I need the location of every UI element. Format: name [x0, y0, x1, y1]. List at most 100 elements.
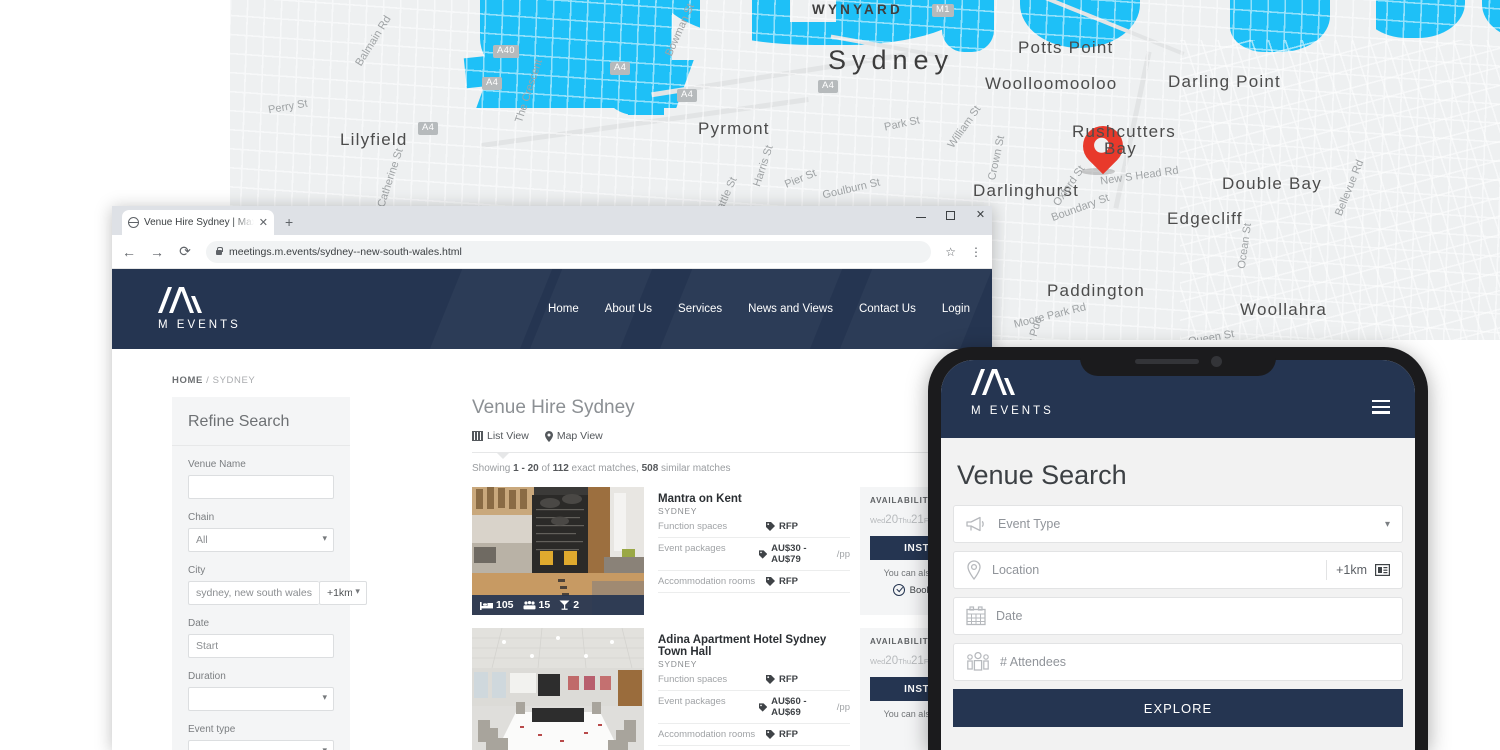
venue-city: SYDNEY [658, 659, 698, 669]
map-road-shield: A4 [482, 77, 503, 90]
tab-map-view[interactable]: Map View [544, 430, 603, 442]
attendees-icon [967, 652, 989, 671]
address-bar[interactable]: meetings.m.events/sydney--new-south-wale… [206, 240, 932, 263]
map-place-label: Pyrmont [698, 119, 770, 138]
map-place-label: Woollahra [1240, 300, 1328, 319]
badge-function-spaces: 15 [523, 599, 551, 611]
chevron-down-icon: ▾ [1384, 518, 1390, 530]
phone-page-title: Venue Search [957, 460, 1127, 490]
phone-date-label: Date [996, 609, 1023, 623]
duration-select[interactable] [188, 687, 334, 711]
m-events-logo-icon [158, 287, 202, 313]
filter-city: City sydney, new south wales +1km [172, 565, 367, 605]
close-window-button[interactable]: ✕ [975, 210, 986, 221]
showing-similar-count: 508 [641, 463, 659, 474]
availability-daynum: 20 [885, 514, 899, 526]
nav-item-contact-us[interactable]: Contact Us [859, 303, 916, 315]
chain-select[interactable]: All [188, 528, 334, 552]
nav-item-news-and-views[interactable]: News and Views [748, 303, 833, 315]
browser-tab[interactable]: Venue Hire Sydney | Maxim's Tra ✕ [122, 210, 274, 235]
badge-bars: 2 [559, 599, 579, 611]
availability-day[interactable]: Thu21 [898, 651, 924, 669]
spec-value-accommodation-rooms-text: RFP [779, 576, 798, 587]
venue-photo[interactable]: 105 15 2 [472, 487, 644, 615]
site-logo[interactable]: M EVENTS [158, 287, 241, 331]
browser-toolbar: ← → ⟳ meetings.m.events/sydney--new-sout… [112, 235, 992, 269]
spec-value-event-packages: AU$60 - AU$69 /pp [758, 696, 850, 718]
nav-item-services[interactable]: Services [678, 303, 722, 315]
city-input[interactable]: sydney, new south wales [188, 581, 319, 605]
availability-daynum: 21 [911, 514, 924, 526]
theatre-seats-icon [523, 600, 536, 609]
map-road-shield: A4 [610, 62, 631, 75]
breadcrumb-home[interactable]: HOME [172, 375, 203, 386]
venue-info: Mantra on Kent SYDNEY Function spaces RF… [644, 487, 860, 615]
pin-icon [544, 430, 553, 442]
hamburger-menu-icon[interactable] [1372, 400, 1390, 417]
breadcrumb-current: SYDNEY [212, 375, 256, 386]
forward-icon[interactable]: → [150, 244, 164, 260]
site-header: M EVENTS Home About Us Services News and… [112, 269, 992, 349]
venue-photo[interactable] [472, 628, 644, 750]
event-type-select[interactable] [188, 740, 334, 750]
map-road-shield: A40 [493, 45, 519, 58]
phone-logo-text: M EVENTS [971, 405, 1054, 417]
breadcrumb-separator: / [206, 375, 210, 386]
refine-search-panel: Refine Search Venue Name Chain All City … [172, 397, 367, 750]
venue-spec-event-packages: Event packages AU$30 - AU$79 /pp [658, 538, 850, 571]
map-card-icon [1375, 564, 1390, 576]
explore-button[interactable]: EXPLORE [953, 689, 1403, 727]
venue-card[interactable]: 105 15 2 Mantra on Kent SYDNEY Function … [472, 487, 992, 615]
badge-function-spaces-value: 15 [538, 599, 551, 611]
availability-daynum: 21 [911, 655, 924, 667]
nav-item-about-us[interactable]: About Us [605, 303, 652, 315]
filter-date: Date Start [172, 618, 350, 658]
availability-day[interactable]: Wed20 [870, 651, 898, 669]
close-tab-icon[interactable]: ✕ [259, 216, 268, 229]
site-nav: Home About Us Services News and Views Co… [548, 303, 970, 315]
bed-icon [480, 601, 493, 610]
venue-name[interactable]: Mantra on Kent [658, 493, 850, 505]
spec-value-function-spaces-text: RFP [779, 674, 798, 685]
city-radius-value: +1km [326, 587, 352, 599]
phone-location-radius[interactable]: +1km [1326, 560, 1390, 580]
availability-day[interactable]: Wed20 [870, 510, 898, 528]
maximize-button[interactable] [946, 211, 955, 220]
availability-weekday: Wed [870, 657, 886, 666]
bookmark-star-icon[interactable]: ☆ [945, 245, 956, 259]
phone-event-type-select[interactable]: Event Type ▾ [953, 505, 1403, 543]
map-road-shield: A4 [677, 89, 698, 102]
phone-attendees-label: # Attendees [1000, 655, 1067, 669]
tab-list-view[interactable]: List View [472, 430, 529, 442]
phone-camera [1210, 356, 1222, 367]
back-icon[interactable]: ← [122, 244, 136, 260]
filter-venue-name: Venue Name [172, 459, 350, 499]
reload-icon[interactable]: ⟳ [178, 243, 192, 260]
venue-name[interactable]: Adina Apartment Hotel Sydney Town Hall [658, 634, 850, 658]
phone-date-input[interactable]: Date [953, 597, 1403, 635]
phone-screen: M EVENTS Venue Search Event Type ▾ Locat… [941, 360, 1415, 750]
new-tab-button[interactable]: + [285, 214, 293, 230]
city-radius-select[interactable]: +1km [318, 581, 367, 605]
filter-duration: Duration [172, 671, 350, 711]
browser-menu-icon[interactable]: ⋮ [970, 245, 982, 259]
list-icon [472, 431, 483, 441]
showing-of: of [538, 463, 553, 474]
spec-value-accommodation-rooms: RFP [766, 729, 798, 740]
spec-label-accommodation-rooms: Accommodation rooms [658, 576, 756, 587]
venue-name-input[interactable] [188, 475, 334, 499]
badge-accommodation: 105 [480, 599, 514, 611]
results-divider [472, 452, 992, 459]
phone-attendees-input[interactable]: # Attendees [953, 643, 1403, 681]
window-controls: ✕ [916, 210, 986, 221]
browser-tabstrip: Venue Hire Sydney | Maxim's Tra ✕ + ✕ [112, 206, 992, 235]
availability-day[interactable]: Thu21 [898, 510, 924, 528]
venue-card[interactable]: Adina Apartment Hotel Sydney Town Hall S… [472, 628, 992, 750]
date-start-input[interactable]: Start [188, 634, 334, 658]
minimize-button[interactable] [916, 217, 926, 218]
phone-location-input[interactable]: Location +1km [953, 551, 1403, 589]
nav-item-home[interactable]: Home [548, 303, 579, 315]
filter-event-type: Event type [172, 724, 350, 750]
venue-spec-function-spaces: Function spaces RFP [658, 516, 850, 538]
nav-item-login[interactable]: Login [942, 303, 970, 315]
